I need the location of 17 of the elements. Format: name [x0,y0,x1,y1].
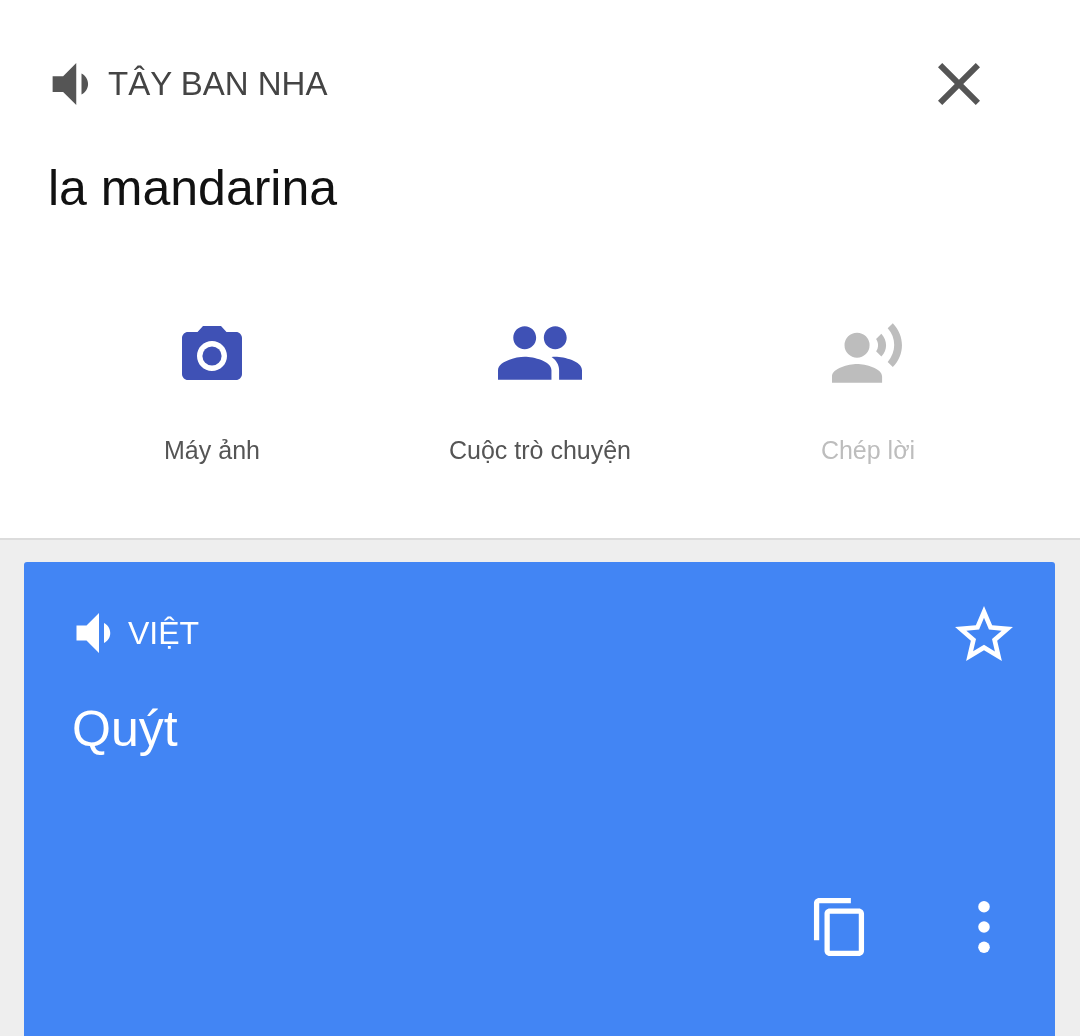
camera-icon [181,326,243,380]
mode-button[interactable]: Cuộc trò chuyện [376,322,704,465]
close-button[interactable] [938,63,980,105]
star-button[interactable] [955,605,1013,661]
source-language: TÂY BAN NHA [108,65,328,103]
more-button[interactable] [975,901,993,953]
more-options-icon [975,901,993,953]
target-language: VIỆT [128,614,200,652]
translation-text: Quýt [72,700,179,758]
close-icon [938,63,980,105]
person-speaking-icon [832,322,904,384]
source-text: la mandarina [48,159,339,218]
copy-button[interactable] [813,898,865,956]
copy-icon [813,898,865,956]
mode-button[interactable]: Máy ảnh [48,322,376,465]
people-icon [498,326,582,380]
star-icon [955,605,1013,661]
